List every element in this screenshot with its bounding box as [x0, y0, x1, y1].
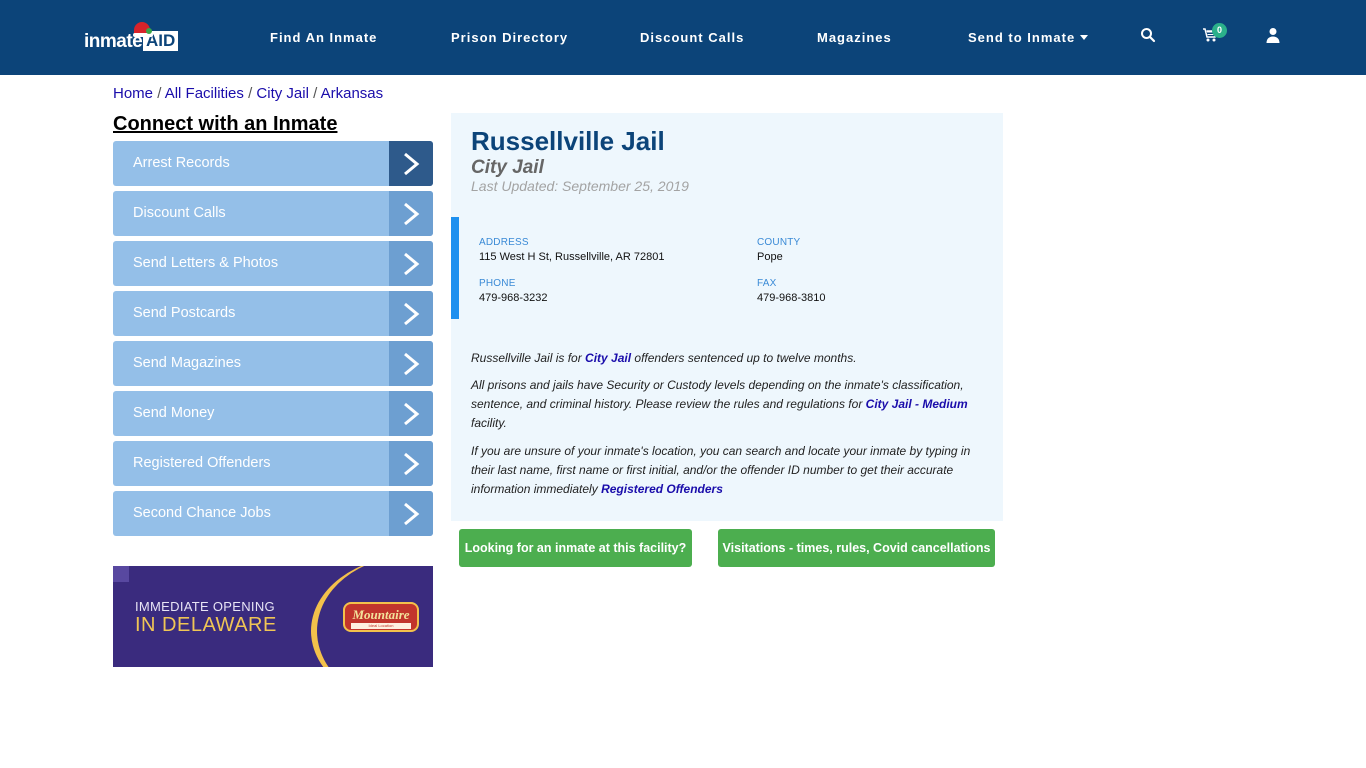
chevron-right-icon — [389, 341, 433, 386]
nav-find-an-inmate[interactable]: Find An Inmate — [270, 30, 377, 45]
chevron-right-icon — [389, 491, 433, 536]
chevron-right-icon — [389, 291, 433, 336]
breadcrumb-separator: / — [157, 85, 165, 102]
link-city-jail[interactable]: City Jail — [585, 351, 631, 365]
sidebar-item-send-money[interactable]: Send Money — [113, 391, 433, 436]
description-paragraph-2: All prisons and jails have Security or C… — [471, 376, 986, 433]
facility-type: City Jail — [471, 157, 544, 178]
link-city-jail-medium[interactable]: City Jail - Medium — [866, 397, 968, 411]
sidebar-item-label: Send Money — [133, 405, 215, 421]
breadcrumb-home[interactable]: Home — [113, 85, 153, 102]
breadcrumb-all-facilities[interactable]: All Facilities — [165, 85, 244, 102]
desc-text: facility. — [471, 416, 507, 430]
sidebar-item-label: Registered Offenders — [133, 455, 271, 471]
chevron-right-icon — [389, 391, 433, 436]
sidebar-item-second-chance-jobs[interactable]: Second Chance Jobs — [113, 491, 433, 536]
sidebar-item-label: Send Magazines — [133, 355, 242, 371]
county-label: COUNTY — [757, 237, 801, 248]
nav-magazines[interactable]: Magazines — [817, 30, 892, 45]
phone-value[interactable]: 479-968-3232 — [479, 292, 548, 304]
desc-text: offenders sentenced up to twelve months. — [631, 351, 857, 365]
description-paragraph-1: Russellville Jail is for City Jail offen… — [471, 349, 986, 368]
breadcrumb-arkansas[interactable]: Arkansas — [321, 85, 384, 102]
cart-count-badge: 0 — [1212, 23, 1227, 38]
address-value: 115 West H St, Russellville, AR 72801 — [479, 251, 665, 263]
top-navbar: inmate AID Find An Inmate Prison Directo… — [0, 0, 1366, 75]
sidebar-item-label: Arrest Records — [133, 155, 230, 171]
chevron-right-icon — [389, 241, 433, 286]
caret-down-icon — [1080, 35, 1089, 40]
nav-send-to-inmate[interactable]: Send to Inmate — [968, 30, 1089, 45]
ad-banner-mountaire[interactable]: IMMEDIATE OPENING IN DELAWARE Mountaire … — [113, 566, 433, 667]
facility-name: Russellville Jail — [471, 126, 665, 156]
breadcrumb: Home / All Facilities / City Jail / Arka… — [113, 85, 383, 102]
fax-label: FAX — [757, 278, 777, 289]
breadcrumb-separator: / — [313, 85, 321, 102]
user-icon[interactable] — [1265, 27, 1283, 45]
fax-value: 479-968-3810 — [757, 292, 826, 304]
sidebar-item-send-magazines[interactable]: Send Magazines — [113, 341, 433, 386]
chevron-right-icon — [389, 191, 433, 236]
ad-headline: IMMEDIATE OPENING — [135, 599, 275, 614]
phone-label: PHONE — [479, 278, 516, 289]
chevron-right-icon — [389, 441, 433, 486]
sidebar-item-arrest-records[interactable]: Arrest Records — [113, 141, 433, 186]
ad-corner-decoration — [113, 566, 129, 582]
mountaire-logo-text: Mountaire — [352, 607, 410, 622]
breadcrumb-city-jail[interactable]: City Jail — [256, 85, 309, 102]
nav-send-to-inmate-label: Send to Inmate — [968, 30, 1076, 45]
address-label: ADDRESS — [479, 237, 529, 248]
search-icon[interactable] — [1140, 27, 1158, 45]
desc-text: Russellville Jail is for — [471, 351, 586, 365]
sidebar-item-label: Send Letters & Photos — [133, 255, 279, 271]
sidebar-menu: Arrest Records Discount Calls Send Lette… — [113, 141, 433, 541]
sidebar-item-send-letters-photos[interactable]: Send Letters & Photos — [113, 241, 433, 286]
info-accent-bar — [451, 217, 459, 319]
description-paragraph-3: If you are unsure of your inmate's locat… — [471, 442, 986, 499]
chevron-right-icon — [389, 141, 433, 186]
sidebar-item-label: Second Chance Jobs — [133, 505, 271, 521]
ad-subheadline: IN DELAWARE — [135, 614, 277, 636]
santa-hat-ball — [146, 28, 152, 34]
nav-discount-calls[interactable]: Discount Calls — [640, 30, 744, 45]
sidebar-item-registered-offenders[interactable]: Registered Offenders — [113, 441, 433, 486]
nav-prison-directory[interactable]: Prison Directory — [451, 30, 568, 45]
sidebar-item-send-postcards[interactable]: Send Postcards — [113, 291, 433, 336]
last-updated: Last Updated: September 25, 2019 — [471, 178, 689, 194]
sidebar-title: Connect with an Inmate — [113, 113, 338, 135]
link-registered-offenders[interactable]: Registered Offenders — [601, 482, 723, 496]
county-value: Pope — [757, 251, 783, 263]
sidebar-item-label: Send Postcards — [133, 305, 236, 321]
sidebar-item-label: Discount Calls — [133, 205, 226, 221]
inmateaid-logo[interactable]: inmate AID — [84, 22, 179, 56]
mountaire-logo-tagline: Ideal Location — [351, 623, 411, 629]
visitations-button[interactable]: Visitations - times, rules, Covid cancel… — [718, 529, 995, 567]
find-inmate-at-facility-button[interactable]: Looking for an inmate at this facility? — [459, 529, 692, 567]
sidebar-item-discount-calls[interactable]: Discount Calls — [113, 191, 433, 236]
